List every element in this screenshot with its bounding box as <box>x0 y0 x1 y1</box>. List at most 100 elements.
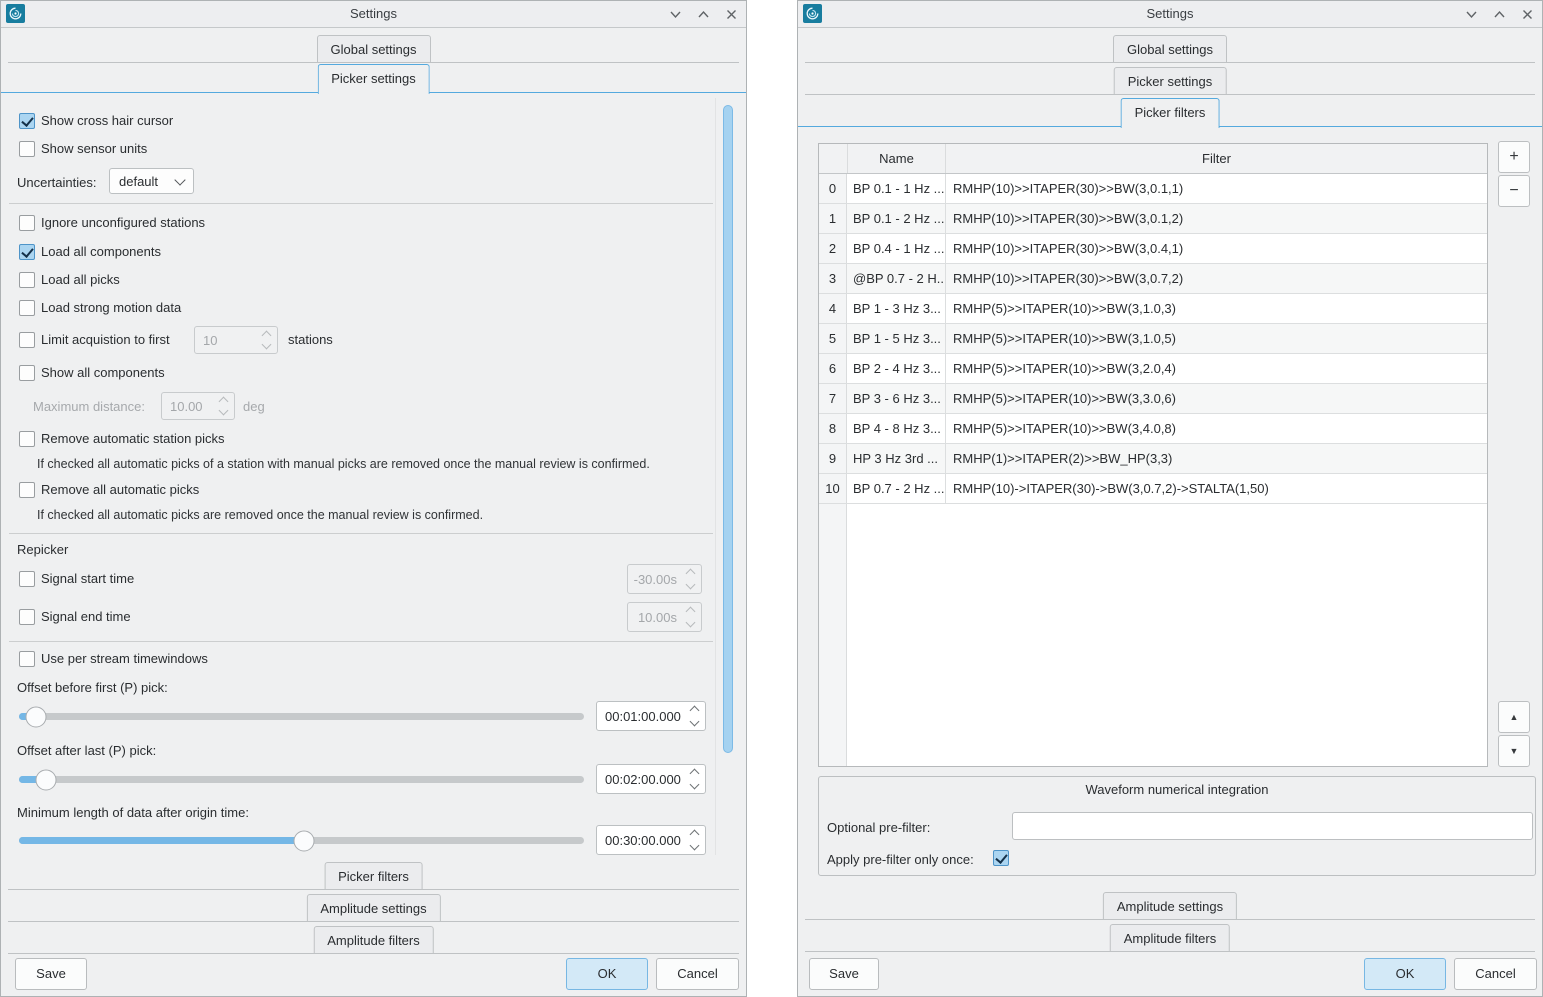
table-row[interactable]: 7BP 3 - 6 Hz 3...RMHP(5)>>ITAPER(10)>>BW… <box>819 384 1487 414</box>
uncertainties-dropdown[interactable]: default <box>109 168 194 194</box>
spinbox-arrows[interactable] <box>261 332 271 348</box>
tab-picker-settings[interactable]: Picker settings <box>317 64 430 94</box>
offset-after-timeedit[interactable]: 00:02:00.000 <box>596 764 706 794</box>
checkbox-show-all-components[interactable] <box>19 365 35 381</box>
filter-table[interactable]: Name Filter 0BP 0.1 - 1 Hz ...RMHP(10)>>… <box>818 143 1488 767</box>
table-cell-index: 3 <box>819 264 847 293</box>
table-cell-filter: RMHP(10)->ITAPER(30)->BW(3,0.7,2)->STALT… <box>946 474 1487 503</box>
titlebar[interactable]: Settings <box>798 1 1542 28</box>
ok-button[interactable]: OK <box>1364 958 1446 990</box>
prefilter-input[interactable] <box>1012 812 1533 840</box>
tab-amplitude-filters[interactable]: Amplitude filters <box>1110 924 1230 952</box>
table-row[interactable]: 6BP 2 - 4 Hz 3...RMHP(5)>>ITAPER(10)>>BW… <box>819 354 1487 384</box>
table-cell-filter: RMHP(5)>>ITAPER(10)>>BW(3,3.0,6) <box>946 384 1487 413</box>
spinbox-arrows[interactable] <box>689 707 699 725</box>
min-length-timeedit[interactable]: 00:30:00.000 <box>596 825 706 855</box>
remove-filter-button[interactable]: − <box>1498 175 1530 207</box>
column-header-name[interactable]: Name <box>847 144 946 173</box>
checkbox-signal-start-time[interactable] <box>19 571 35 587</box>
minimize-icon[interactable] <box>1465 8 1478 21</box>
offset-before-slider[interactable] <box>19 713 584 720</box>
maximize-icon[interactable] <box>1493 8 1506 21</box>
offset-before-slider-handle[interactable] <box>25 706 46 727</box>
tab-amplitude-filters[interactable]: Amplitude filters <box>313 926 433 954</box>
checkbox-per-stream-timewindows[interactable] <box>19 651 35 667</box>
table-cell-index: 2 <box>819 234 847 263</box>
spinbox-arrows[interactable] <box>689 770 699 788</box>
checkbox-load-all-picks[interactable] <box>19 272 35 288</box>
tab-global-settings[interactable]: Global settings <box>1113 35 1227 63</box>
repicker-heading: Repicker <box>17 542 68 557</box>
offset-before-timeedit[interactable]: 00:01:00.000 <box>596 701 706 731</box>
close-icon[interactable] <box>1521 8 1534 21</box>
checkbox-apply-prefilter-once[interactable] <box>993 850 1009 866</box>
checkbox-show-cross-hair[interactable] <box>19 113 35 129</box>
checkbox-show-sensor-units[interactable] <box>19 141 35 157</box>
checkbox-load-all-components[interactable] <box>19 244 35 260</box>
minimize-icon[interactable] <box>669 8 682 21</box>
max-distance-spinbox[interactable]: 10.00 <box>161 392 235 420</box>
spinbox-arrows[interactable] <box>218 398 228 414</box>
ok-button[interactable]: OK <box>566 958 648 990</box>
label-remove-all-auto-picks: Remove all automatic picks <box>41 482 199 498</box>
min-length-slider[interactable] <box>19 837 584 844</box>
table-cell-index: 9 <box>819 444 847 473</box>
tab-picker-filters[interactable]: Picker filters <box>324 862 423 890</box>
add-filter-button[interactable]: + <box>1498 141 1530 173</box>
tab-row-amplitude-filters: Amplitude filters <box>1 924 746 954</box>
table-cell-index: 5 <box>819 324 847 353</box>
table-row[interactable]: 10BP 0.7 - 2 Hz ...RMHP(10)->ITAPER(30)-… <box>819 474 1487 504</box>
note-remove-auto-station: If checked all automatic picks of a stat… <box>37 457 650 471</box>
cancel-button[interactable]: Cancel <box>656 958 739 990</box>
table-cell-name: HP 3 Hz 3rd ... <box>847 444 946 473</box>
vertical-scrollbar[interactable] <box>723 105 733 753</box>
table-row[interactable]: 9HP 3 Hz 3rd ...RMHP(1)>>ITAPER(2)>>BW_H… <box>819 444 1487 474</box>
column-header-filter[interactable]: Filter <box>946 144 1487 173</box>
checkbox-limit-acquisition[interactable] <box>19 332 35 348</box>
signal-end-spinbox[interactable]: 10.00s <box>627 602 702 632</box>
checkbox-signal-end-time[interactable] <box>19 609 35 625</box>
table-row[interactable]: 0BP 0.1 - 1 Hz ...RMHP(10)>>ITAPER(30)>>… <box>819 174 1487 204</box>
checkbox-ignore-unconfigured[interactable] <box>19 215 35 231</box>
settings-window-filters: Settings Global settings Picker settings… <box>797 0 1543 997</box>
tab-picker-filters[interactable]: Picker filters <box>1121 98 1220 128</box>
table-row[interactable]: 1BP 0.1 - 2 Hz ...RMHP(10)>>ITAPER(30)>>… <box>819 204 1487 234</box>
label-limit-acquisition: Limit acquistion to first <box>41 332 170 348</box>
move-up-button[interactable]: ▲ <box>1498 701 1530 733</box>
table-row[interactable]: 5BP 1 - 5 Hz 3...RMHP(5)>>ITAPER(10)>>BW… <box>819 324 1487 354</box>
table-row[interactable]: 2BP 0.4 - 1 Hz ...RMHP(10)>>ITAPER(30)>>… <box>819 234 1487 264</box>
save-button[interactable]: Save <box>809 958 879 990</box>
offset-after-slider[interactable] <box>19 776 584 783</box>
limit-stations-spinbox[interactable]: 10 <box>194 326 278 354</box>
min-length-slider-handle[interactable] <box>293 830 314 851</box>
cancel-button[interactable]: Cancel <box>1454 958 1537 990</box>
table-cell-name: BP 3 - 6 Hz 3... <box>847 384 946 413</box>
checkbox-load-strong-motion[interactable] <box>19 300 35 316</box>
signal-start-spinbox[interactable]: -30.00s <box>627 564 702 594</box>
spinbox-arrows[interactable] <box>685 570 695 588</box>
move-down-button[interactable]: ▼ <box>1498 735 1530 767</box>
offset-before-value: 00:01:00.000 <box>605 702 681 730</box>
table-row[interactable]: 3@BP 0.7 - 2 H...RMHP(10)>>ITAPER(30)>>B… <box>819 264 1487 294</box>
maximize-icon[interactable] <box>697 8 710 21</box>
tab-amplitude-settings[interactable]: Amplitude settings <box>306 894 440 922</box>
label-signal-end-time: Signal end time <box>41 609 131 625</box>
titlebar[interactable]: Settings <box>1 1 746 28</box>
tab-row-amplitude-filters: Amplitude filters <box>798 922 1542 952</box>
save-button[interactable]: Save <box>15 958 87 990</box>
table-cell-name: BP 1 - 3 Hz 3... <box>847 294 946 323</box>
prefilter-label: Optional pre-filter: <box>827 820 930 835</box>
tab-picker-settings[interactable]: Picker settings <box>1114 67 1227 95</box>
spinbox-arrows[interactable] <box>685 608 695 626</box>
tab-amplitude-settings[interactable]: Amplitude settings <box>1103 892 1237 920</box>
table-cell-filter: RMHP(5)>>ITAPER(10)>>BW(3,1.0,5) <box>946 324 1487 353</box>
checkbox-remove-auto-station-picks[interactable] <box>19 431 35 447</box>
table-row[interactable]: 4BP 1 - 3 Hz 3...RMHP(5)>>ITAPER(10)>>BW… <box>819 294 1487 324</box>
table-row[interactable]: 8BP 4 - 8 Hz 3...RMHP(5)>>ITAPER(10)>>BW… <box>819 414 1487 444</box>
checkbox-remove-all-auto-picks[interactable] <box>19 482 35 498</box>
spinbox-arrows[interactable] <box>689 831 699 849</box>
table-cell-name: BP 1 - 5 Hz 3... <box>847 324 946 353</box>
tab-global-settings[interactable]: Global settings <box>317 35 431 63</box>
offset-after-slider-handle[interactable] <box>36 769 57 790</box>
close-icon[interactable] <box>725 8 738 21</box>
